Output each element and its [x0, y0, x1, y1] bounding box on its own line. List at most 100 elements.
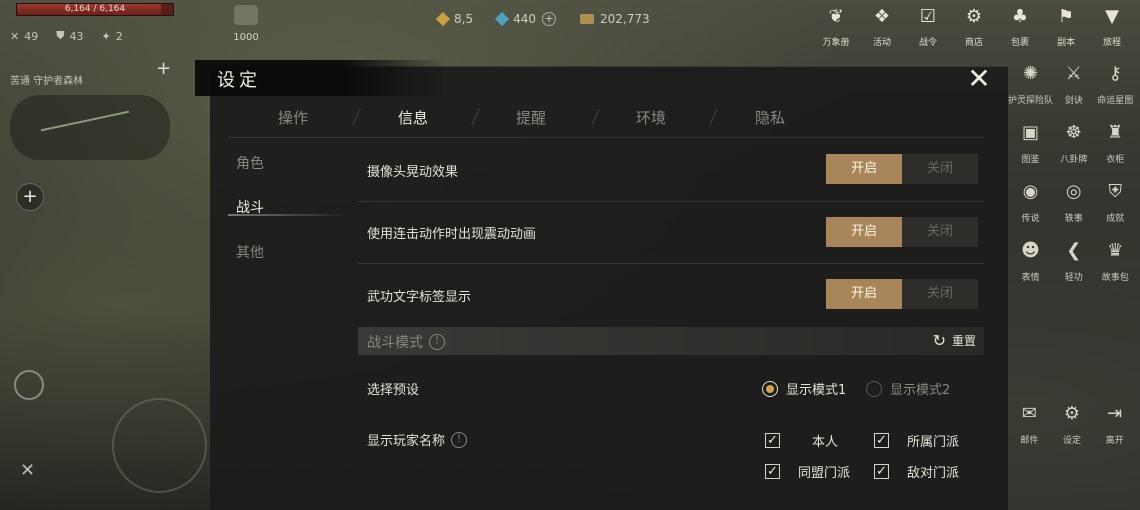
- tab-controls[interactable]: 操作: [278, 107, 308, 128]
- reset-icon: ↻: [932, 330, 946, 350]
- toggle-off[interactable]: 关闭: [902, 279, 978, 309]
- side-menu-item[interactable]: ♜ 衣柜: [1095, 121, 1137, 165]
- camera-shake-toggle[interactable]: 开启 关闭: [826, 154, 978, 184]
- side-menu-item[interactable]: ⚔ 剑诀: [1053, 62, 1094, 106]
- check-own-sect[interactable]: ✓ 所属门派: [874, 431, 959, 450]
- add-gems-button[interactable]: +: [542, 12, 556, 26]
- level-icon: [234, 5, 258, 25]
- expedition-icon: ✺: [1022, 63, 1039, 84]
- minimap[interactable]: 苦通 守护者森林: [10, 72, 185, 172]
- star-icon: ✦: [101, 29, 111, 43]
- checkbox-checked[interactable]: ✓: [765, 464, 780, 479]
- misc-stat: 2: [115, 29, 123, 43]
- top-menu: ❦ 万象册 ❖ 活动 ☑ 战令 ⚙ 商店 ♣ 包裹 ⚑ 副本 ▼ 旅程: [818, 6, 1130, 49]
- side-menu-item[interactable]: ▣ 图鉴: [1008, 121, 1053, 165]
- player-name-label: 显示玩家名称: [367, 434, 446, 449]
- toggle-on[interactable]: 开启: [826, 154, 902, 184]
- combo-vibration-toggle[interactable]: 开启 关闭: [826, 217, 978, 247]
- minimap-view[interactable]: [10, 95, 170, 160]
- journey-icon: ▼: [1105, 6, 1119, 27]
- option-label: 使用连击动作时出现震动动画: [367, 227, 537, 242]
- add-button[interactable]: +: [16, 183, 44, 211]
- side-menu-item[interactable]: ⚷ 命运星图: [1095, 62, 1137, 106]
- checkbox-checked[interactable]: ✓: [765, 433, 780, 448]
- side-menu-item[interactable]: ⛨ 成就: [1095, 180, 1137, 224]
- silver-value: 202,773: [600, 12, 650, 26]
- radio-unselected[interactable]: [866, 380, 882, 397]
- top-menu-item[interactable]: ⚙ 商店: [956, 6, 992, 49]
- toggle-on[interactable]: 开启: [826, 279, 902, 309]
- tab-environment[interactable]: 环境: [636, 107, 666, 128]
- side-menu-item[interactable]: ◎ 轶事: [1053, 180, 1094, 224]
- option-label: 武功文字标签显示: [367, 290, 472, 305]
- info-icon[interactable]: !: [429, 334, 445, 350]
- radio-selected[interactable]: [762, 380, 778, 397]
- tab-info[interactable]: 信息: [398, 107, 428, 128]
- top-menu-item[interactable]: ☑ 战令: [910, 6, 946, 49]
- mail-button[interactable]: ✉ 邮件: [1008, 402, 1051, 446]
- check-enemy-sect[interactable]: ✓ 敌对门派: [874, 462, 959, 481]
- book-icon: ❦: [828, 6, 844, 27]
- side-menu-item[interactable]: ☻ 表情: [1008, 239, 1053, 283]
- toggle-off[interactable]: 关闭: [902, 154, 978, 184]
- check-allied-sect[interactable]: ✓ 同盟门派: [765, 462, 850, 481]
- top-menu-item[interactable]: ⚑ 副本: [1048, 6, 1084, 49]
- exit-icon: ⇥: [1107, 403, 1123, 424]
- top-menu-item[interactable]: ❖ 活动: [864, 6, 900, 49]
- joystick[interactable]: [112, 398, 207, 493]
- lock-icon: ⚷: [1108, 63, 1122, 84]
- top-menu-item[interactable]: ▼ 旅程: [1094, 6, 1130, 49]
- settings-button[interactable]: ⚙ 设定: [1051, 402, 1094, 446]
- close-skill-icon[interactable]: ✕: [20, 460, 35, 481]
- battle-mode-title: 战斗模式: [367, 335, 423, 351]
- radar-icon[interactable]: [14, 370, 44, 400]
- currency-bar: 8,5 440 + 202,773: [435, 11, 650, 27]
- tab-reminders[interactable]: 提醒: [516, 107, 546, 128]
- side-menu-item[interactable]: ☸ 八卦牌: [1053, 121, 1094, 165]
- skill-label-toggle[interactable]: 开启 关闭: [826, 279, 978, 309]
- hp-text: 6,164 / 6,164: [64, 4, 126, 14]
- player-name-label-group: 显示玩家名称 !: [367, 430, 468, 449]
- preset-label: 选择预设: [367, 383, 420, 398]
- settings-panel: 操作 信息 提醒 环境 隐私 角色 战斗 其他 摄像头晃动效果 开启 关闭 使用…: [210, 66, 1008, 510]
- check-self[interactable]: ✓ 本人: [765, 431, 838, 450]
- settings-title-bar: 设定: [195, 60, 445, 96]
- side-menu-item[interactable]: ✺ 护灵探险队: [1008, 62, 1053, 106]
- bottom-menu: ✉ 邮件 ⚙ 设定 ⇥ 离开: [1008, 402, 1136, 446]
- side-menu-item[interactable]: ❮ 轻功: [1053, 239, 1094, 283]
- gem-value: 440: [513, 12, 536, 26]
- story-icon: ♛: [1107, 240, 1124, 261]
- gem-icon: [495, 11, 510, 27]
- exit-button[interactable]: ⇥ 离开: [1093, 402, 1136, 446]
- checkbox-checked[interactable]: ✓: [874, 464, 889, 479]
- reset-button[interactable]: ↻ 重置: [933, 332, 976, 349]
- preset-option-2[interactable]: 显示模式2: [866, 379, 950, 398]
- top-menu-item[interactable]: ♣ 包裹: [1002, 6, 1038, 49]
- preset-option-1[interactable]: 显示模式1: [762, 379, 846, 398]
- close-icon[interactable]: ✕: [964, 64, 994, 94]
- checkbox-checked[interactable]: ✓: [874, 433, 889, 448]
- side-menu-item[interactable]: ◉ 传说: [1008, 180, 1053, 224]
- bag-icon: ♣: [1011, 6, 1029, 27]
- category-other[interactable]: 其他: [236, 242, 264, 262]
- sword-icon: ⚔: [1065, 63, 1082, 84]
- shield-icon: ⛊: [56, 29, 65, 42]
- info-icon[interactable]: !: [451, 431, 468, 448]
- top-menu-item[interactable]: ❦ 万象册: [818, 6, 854, 49]
- jade-icon: [435, 11, 451, 27]
- map-zoom-in-button[interactable]: +: [156, 58, 171, 79]
- side-menu: ✺ 护灵探险队 ⚔ 剑诀 ⚷ 命运星图 ▣ 图鉴 ☸ 八卦牌 ♜ 衣柜 ◉ 传说 ◎ 轶事 ⛨ 成…: [1008, 62, 1136, 283]
- toggle-on[interactable]: 开启: [826, 217, 902, 247]
- attack-stat: 49: [24, 29, 39, 43]
- battle-mode-section: 战斗模式! ↻ 重置: [358, 327, 984, 355]
- qinggong-icon: ❮: [1066, 240, 1082, 261]
- wardrobe-icon: ♜: [1107, 122, 1124, 143]
- checklist-icon: ☑: [919, 6, 937, 27]
- level-value: 1000: [233, 32, 259, 43]
- category-character[interactable]: 角色: [236, 153, 264, 173]
- legend-icon: ◉: [1022, 181, 1039, 202]
- tab-privacy[interactable]: 隐私: [755, 107, 785, 128]
- toggle-off[interactable]: 关闭: [902, 217, 978, 247]
- side-menu-item[interactable]: ♛ 故事包: [1095, 239, 1137, 283]
- level-badge[interactable]: 1000: [226, 5, 266, 43]
